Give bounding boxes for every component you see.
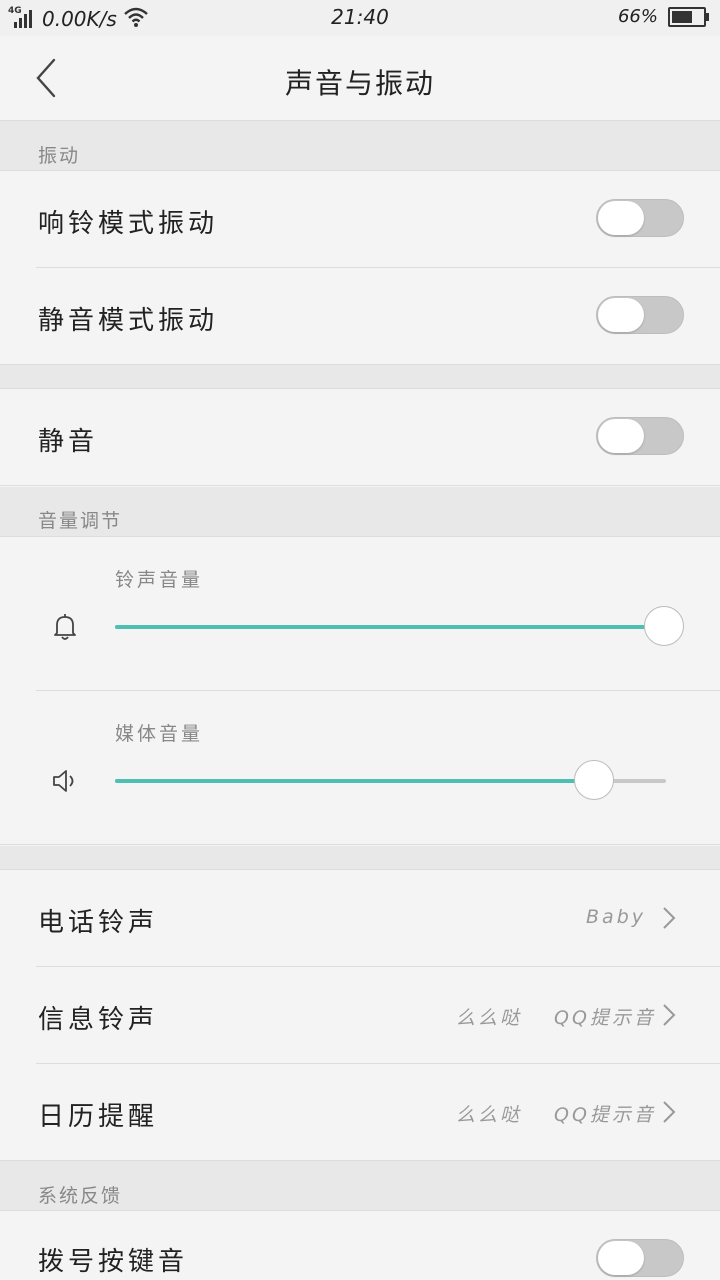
section-label-vibration: 振动 xyxy=(38,145,81,167)
toggle-knob xyxy=(598,419,644,453)
calendar-reminder-label: 日历提醒 xyxy=(38,1102,159,1132)
clock: 21:40 xyxy=(331,5,389,29)
ring-mode-vibration-label: 响铃模式振动 xyxy=(38,209,219,239)
app-header: 声音与振动 xyxy=(0,36,720,121)
phone-ringtone-row[interactable]: 电话铃声 Baby xyxy=(0,870,720,967)
status-right: 66% xyxy=(617,6,709,27)
message-ringtone-row[interactable]: 信息铃声 么么哒 QQ提示音 xyxy=(0,967,720,1064)
ringtone-volume-slider[interactable] xyxy=(115,606,684,646)
section-spacer xyxy=(0,365,720,389)
battery-icon xyxy=(668,6,709,27)
dial-pad-tone-label: 拨号按键音 xyxy=(38,1247,189,1277)
ringtone-volume-row: 铃声音量 xyxy=(0,537,720,691)
section-header-feedback: 系统反馈 xyxy=(0,1161,720,1211)
section-spacer xyxy=(0,846,720,870)
message-ringtone-label: 信息铃声 xyxy=(38,1005,159,1035)
silent-mode-vibration-row[interactable]: 静音模式振动 xyxy=(0,268,720,365)
phone-ringtone-label: 电话铃声 xyxy=(38,908,159,938)
slider-thumb[interactable] xyxy=(644,606,684,646)
slider-fill xyxy=(115,779,594,783)
media-volume-label: 媒体音量 xyxy=(115,723,204,745)
page-title: 声音与振动 xyxy=(284,67,435,100)
battery-fill xyxy=(672,10,692,23)
calendar-reminder-row[interactable]: 日历提醒 么么哒 QQ提示音 xyxy=(0,1064,720,1161)
slider-thumb[interactable] xyxy=(574,760,614,800)
calendar-reminder-value-2: QQ提示音 xyxy=(554,1104,656,1126)
message-ringtone-value-2: QQ提示音 xyxy=(554,1007,656,1029)
section-header-vibration: 振动 xyxy=(0,121,720,171)
slider-fill xyxy=(115,625,666,629)
message-ringtone-value-1: 么么哒 xyxy=(456,1007,523,1029)
toggle-knob xyxy=(598,1241,644,1275)
divider xyxy=(0,485,720,486)
chevron-right-icon xyxy=(663,1101,676,1123)
status-bar: 4G 0.00K/s 21:40 66% xyxy=(0,0,720,36)
toggle-knob xyxy=(598,201,644,235)
calendar-reminder-value-1: 么么哒 xyxy=(456,1104,523,1126)
chevron-right-icon xyxy=(663,907,676,929)
section-label-volume: 音量调节 xyxy=(38,510,123,532)
ring-mode-vibration-row[interactable]: 响铃模式振动 xyxy=(0,171,720,268)
bell-icon xyxy=(54,614,76,640)
battery-percent: 66% xyxy=(617,6,658,27)
media-volume-slider[interactable] xyxy=(115,760,666,800)
mute-row[interactable]: 静音 xyxy=(0,389,720,486)
silent-mode-vibration-toggle[interactable] xyxy=(596,296,684,334)
mute-toggle[interactable] xyxy=(596,417,684,455)
mute-label: 静音 xyxy=(38,427,99,457)
dial-pad-tone-row[interactable]: 拨号按键音 xyxy=(0,1211,720,1280)
silent-mode-vibration-label: 静音模式振动 xyxy=(38,306,219,336)
ringtone-volume-label: 铃声音量 xyxy=(115,569,204,591)
section-header-volume: 音量调节 xyxy=(0,487,720,537)
phone-ringtone-value: Baby xyxy=(586,906,646,928)
divider xyxy=(0,844,720,845)
dial-pad-tone-toggle[interactable] xyxy=(596,1239,684,1277)
section-label-feedback: 系统反馈 xyxy=(38,1185,123,1207)
chevron-right-icon xyxy=(663,1004,676,1026)
media-volume-row: 媒体音量 xyxy=(0,691,720,845)
ring-mode-vibration-toggle[interactable] xyxy=(596,199,684,237)
toggle-knob xyxy=(598,298,644,332)
speaker-icon xyxy=(53,770,74,792)
